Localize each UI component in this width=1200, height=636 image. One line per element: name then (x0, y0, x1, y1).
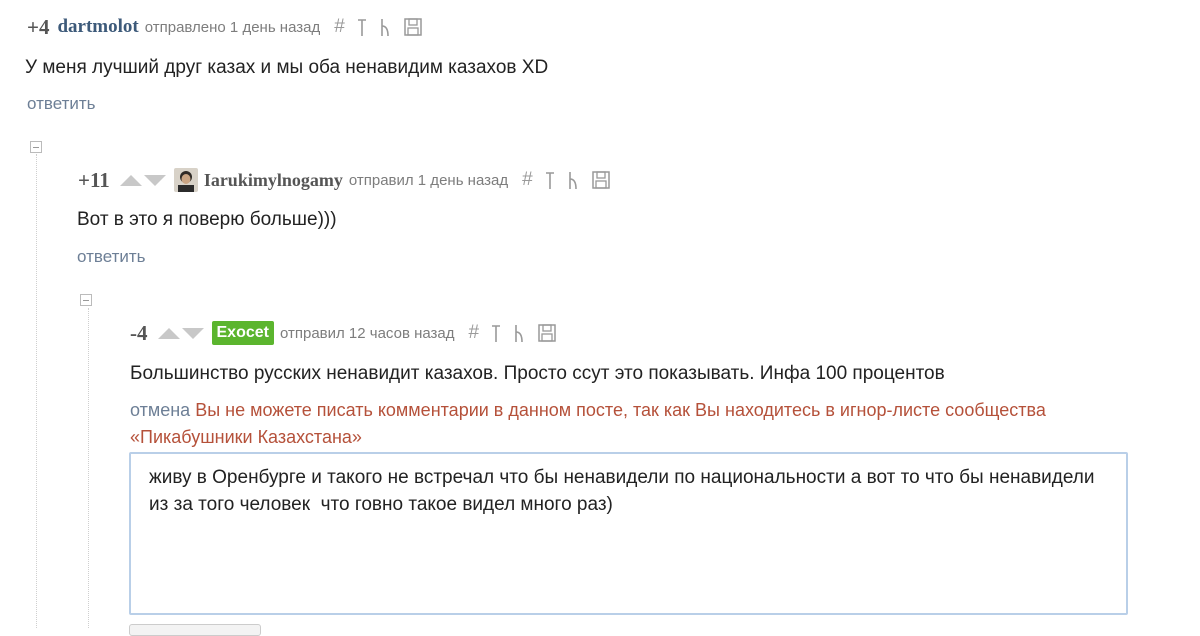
comment-2-votes (119, 174, 166, 186)
avatar[interactable] (173, 168, 198, 192)
thread-line-2 (88, 308, 89, 628)
downvote-icon[interactable] (181, 327, 204, 339)
thread-line-1 (36, 154, 37, 628)
comment-3-header: -4 Exocet отправил 12 часов назад # (130, 320, 557, 346)
comment-1-text: У меня лучший друг казах и мы оба ненави… (25, 57, 549, 78)
comment-1-username[interactable]: dartmolot (57, 16, 138, 38)
link-hash-icon[interactable]: # (522, 169, 533, 191)
reply-textarea[interactable] (129, 452, 1128, 615)
comment-3-votes (157, 327, 204, 339)
tree-branch-icon[interactable] (567, 169, 579, 191)
comment-1-header: +4 dartmolot отправлено 1 день назад # (27, 14, 423, 40)
tree-branch-icon[interactable] (379, 16, 391, 38)
parent-arrow-icon[interactable] (491, 322, 501, 344)
comment-2-header: +11 Iarukimylnogamy отправил 1 день наза… (78, 167, 611, 193)
ignore-list-notice: отмена Вы не можете писать комментарии в… (130, 397, 1130, 451)
comment-3-score: -4 (130, 320, 148, 345)
downvote-icon[interactable] (143, 174, 166, 186)
parent-arrow-icon[interactable] (545, 169, 555, 191)
comment-1-score: +4 (27, 14, 50, 39)
comment-1-timestamp[interactable]: отправлено 1 день назад (145, 19, 321, 36)
parent-arrow-icon[interactable] (357, 16, 367, 38)
comment-3-tools: # (469, 322, 558, 344)
comment-3-username[interactable]: Exocet (211, 321, 274, 345)
comment-1-tools: # (334, 16, 423, 38)
comment-2-text: Вот в это я поверю больше))) (77, 209, 337, 230)
comment-2-timestamp[interactable]: отправил 1 день назад (349, 172, 508, 189)
comment-2-score: +11 (78, 167, 110, 192)
notice-text: Вы не можете писать комментарии в данном… (130, 400, 1046, 447)
tree-branch-icon[interactable] (513, 322, 525, 344)
upvote-icon[interactable] (157, 327, 180, 339)
submit-button[interactable] (129, 624, 261, 636)
comment-3-text: Большинство русских ненавидит казахов. П… (130, 363, 945, 384)
upvote-icon[interactable] (119, 174, 142, 186)
collapse-toggle-icon[interactable] (80, 294, 92, 306)
link-hash-icon[interactable]: # (469, 322, 480, 344)
comment-1-reply-link[interactable]: ответить (27, 94, 96, 114)
collapse-toggle-icon[interactable] (30, 141, 42, 153)
link-hash-icon[interactable]: # (334, 16, 345, 38)
save-icon[interactable] (403, 16, 423, 38)
comment-2-username[interactable]: Iarukimylnogamy (204, 170, 343, 191)
comment-2-reply-link[interactable]: ответить (77, 247, 146, 267)
save-icon[interactable] (537, 322, 557, 344)
save-icon[interactable] (591, 169, 611, 191)
comment-3-timestamp[interactable]: отправил 12 часов назад (280, 325, 455, 342)
comment-2-tools: # (522, 169, 611, 191)
cancel-link[interactable]: отмена (130, 400, 190, 420)
